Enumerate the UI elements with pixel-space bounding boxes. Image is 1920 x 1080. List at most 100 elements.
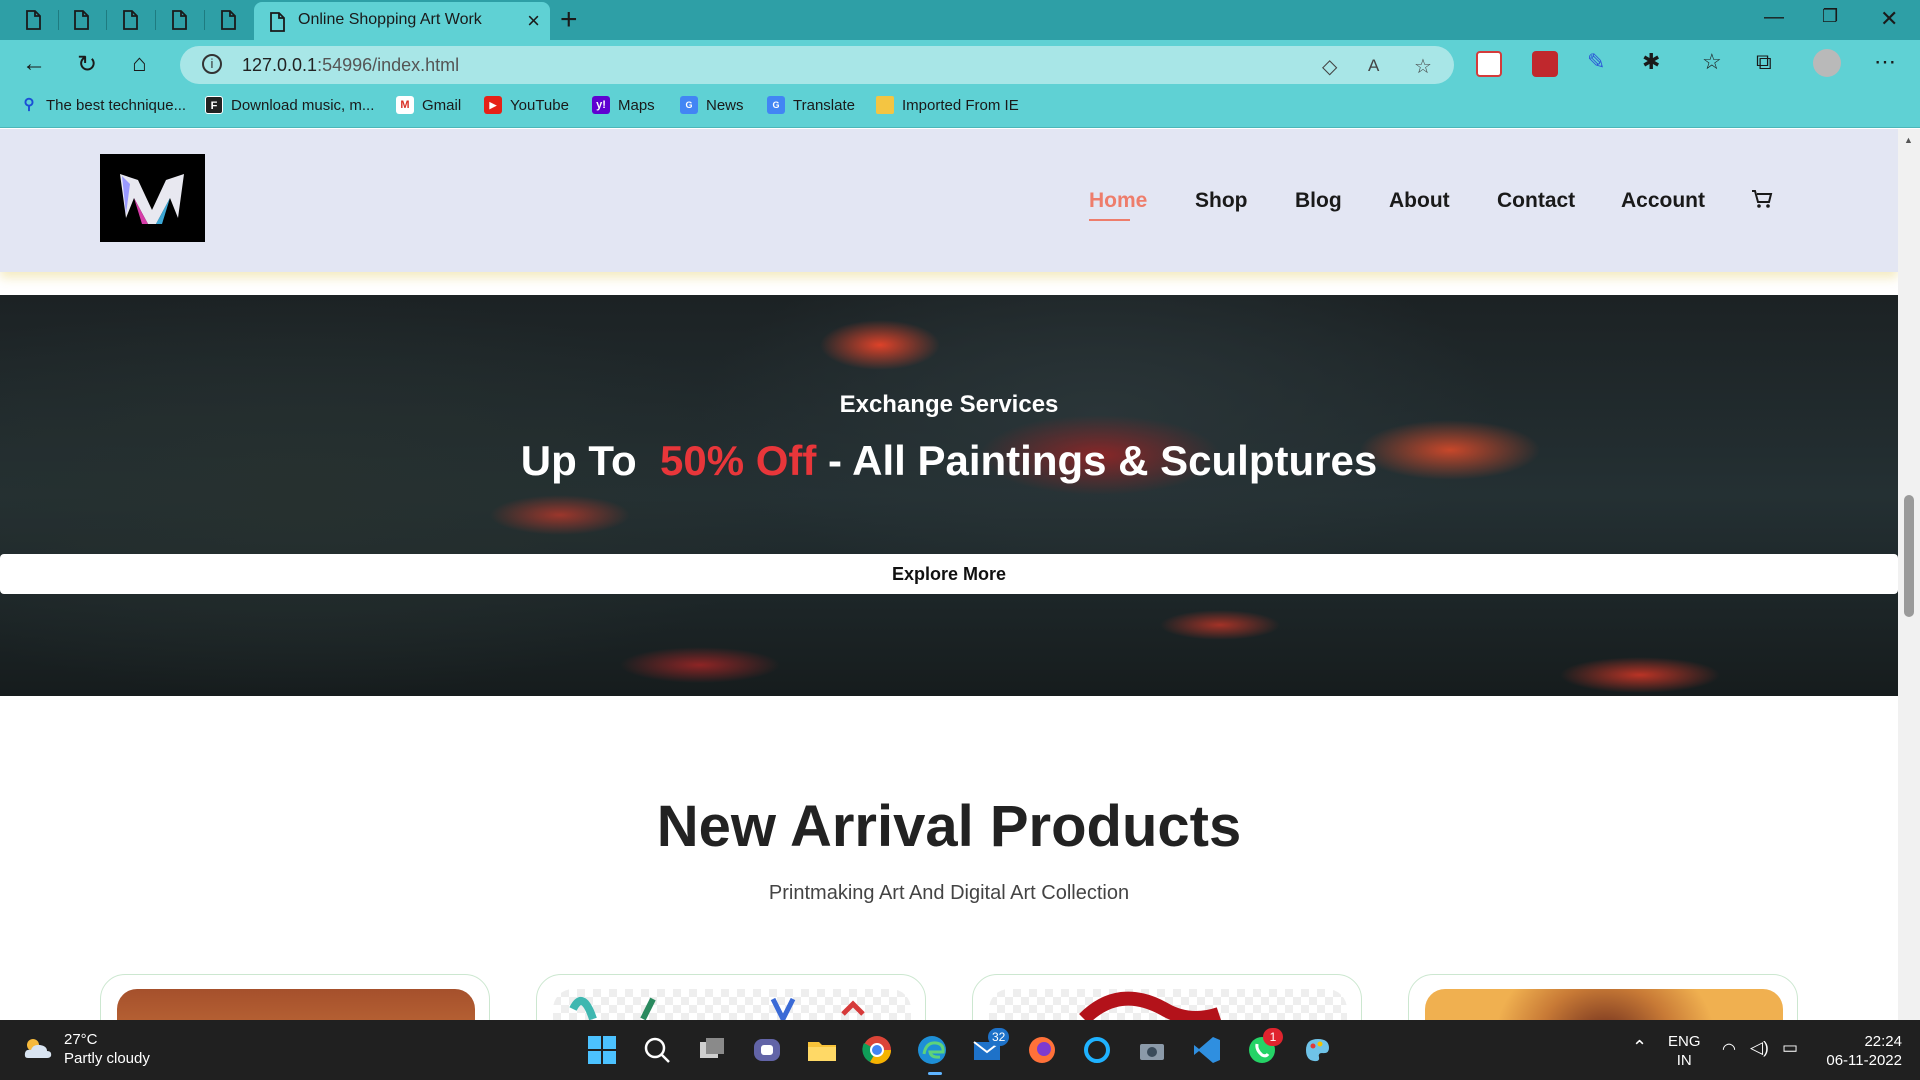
tab-page-icon[interactable]: [70, 8, 92, 32]
bookmark-label: Translate: [793, 96, 855, 114]
bookmark-label: News: [706, 96, 744, 114]
pocket-extension-icon[interactable]: [1476, 51, 1502, 77]
product-card[interactable]: [1408, 974, 1798, 1020]
tab-separator: [58, 10, 59, 30]
battery-icon[interactable]: ▭: [1782, 1038, 1798, 1057]
temperature: 27°C: [64, 1031, 98, 1048]
tab-page-icon[interactable]: [217, 8, 239, 32]
product-card[interactable]: [536, 974, 926, 1020]
start-menu-icon[interactable]: [586, 1034, 618, 1066]
tab-page-icon[interactable]: [168, 8, 190, 32]
address-bar-row: ← ↻ ⌂ i 127.0.0.1:54996/index.html ◇ A ☆…: [0, 40, 1920, 88]
product-image[interactable]: [117, 989, 475, 1020]
yahoo-icon: y!: [592, 96, 610, 114]
window-close-icon[interactable]: ✕: [1880, 6, 1898, 32]
nav-contact[interactable]: Contact: [1497, 189, 1575, 213]
nav-shop[interactable]: Shop: [1195, 189, 1248, 213]
explore-more-button[interactable]: Explore More: [0, 554, 1898, 594]
home-icon[interactable]: ⌂: [132, 50, 147, 78]
language-code: ENG: [1668, 1033, 1701, 1050]
hero-title-prefix: Up To: [520, 437, 637, 484]
read-aloud-icon[interactable]: A: [1368, 56, 1379, 76]
section-title: New Arrival Products: [656, 794, 1242, 859]
nav-blog[interactable]: Blog: [1295, 189, 1342, 213]
product-card[interactable]: [100, 974, 490, 1020]
product-card[interactable]: [972, 974, 1362, 1020]
paint-icon[interactable]: [1301, 1034, 1333, 1066]
new-tab-icon[interactable]: +: [560, 3, 578, 37]
collections-icon[interactable]: ⧉: [1756, 49, 1772, 75]
time: 22:24: [1864, 1033, 1902, 1050]
bookmark-item[interactable]: G News: [680, 96, 744, 114]
bookmark-label: The best technique...: [46, 96, 187, 114]
file-explorer-icon[interactable]: [806, 1034, 838, 1066]
url-text[interactable]: 127.0.0.1:54996/index.html: [242, 55, 459, 76]
site-logo[interactable]: [100, 154, 205, 242]
profile-avatar[interactable]: [1813, 49, 1841, 77]
volume-icon[interactable]: ◁): [1750, 1038, 1769, 1057]
extensions-icon[interactable]: ✱: [1642, 49, 1660, 75]
bookmarks-bar: ⚲ The best technique... F Download music…: [0, 88, 1920, 128]
cart-icon[interactable]: [1750, 187, 1774, 211]
folder-icon: [876, 96, 894, 114]
tab-page-icon[interactable]: [22, 8, 44, 32]
pen-extension-icon[interactable]: ✎: [1587, 49, 1605, 75]
vscode-icon[interactable]: [1191, 1034, 1223, 1066]
minimize-icon[interactable]: —: [1764, 6, 1784, 29]
whatsapp-badge: 1: [1263, 1028, 1283, 1046]
bookmark-item[interactable]: y! Maps: [592, 96, 655, 114]
page-scrollbar[interactable]: ▲: [1898, 129, 1920, 1020]
news-icon: G: [680, 96, 698, 114]
hero-banner: Exchange Services Up To 50% Off - All Pa…: [0, 295, 1898, 696]
tab-page-icon[interactable]: [119, 8, 141, 32]
tab-separator: [204, 10, 205, 30]
nav-account[interactable]: Account: [1621, 189, 1705, 213]
camera-app-icon[interactable]: [1136, 1034, 1168, 1066]
weather-widget[interactable]: 27°C Partly cloudy: [22, 1030, 150, 1068]
bookmark-item[interactable]: ▶ YouTube: [484, 96, 569, 114]
windows-taskbar: 27°C Partly cloudy 32 1 ⌃ ENG IN ◠ ◁) ▭ …: [0, 1020, 1920, 1080]
edge-icon[interactable]: [916, 1034, 948, 1066]
scroll-up-icon[interactable]: ▲: [1904, 135, 1913, 145]
product-image[interactable]: [1425, 989, 1783, 1020]
favorites-icon[interactable]: ☆: [1702, 49, 1722, 75]
chrome-icon[interactable]: [861, 1034, 893, 1066]
restore-icon[interactable]: ❐: [1822, 6, 1838, 27]
bookmark-item[interactable]: ⚲ The best technique...: [20, 96, 187, 114]
product-image[interactable]: [553, 989, 911, 1020]
bookmark-item[interactable]: G Translate: [767, 96, 855, 114]
url-input[interactable]: i 127.0.0.1:54996/index.html ◇ A ☆: [180, 46, 1454, 84]
active-tab-title: Online Shopping Art Work: [298, 11, 482, 28]
product-image[interactable]: [989, 989, 1347, 1020]
mcafee-extension-icon[interactable]: [1532, 51, 1558, 77]
region-code: IN: [1676, 1052, 1692, 1069]
gmail-icon: M: [396, 96, 414, 114]
tag-icon[interactable]: ◇: [1322, 54, 1337, 79]
search-icon[interactable]: [641, 1034, 673, 1066]
task-view-icon[interactable]: [696, 1034, 728, 1066]
close-tab-icon[interactable]: ×: [527, 8, 540, 34]
edge-active-indicator: [928, 1072, 942, 1075]
scrollbar-thumb[interactable]: [1904, 495, 1914, 617]
teams-chat-icon[interactable]: [751, 1034, 783, 1066]
bookmark-item[interactable]: F Download music, m...: [205, 96, 374, 114]
mail-badge: 32: [988, 1028, 1010, 1046]
site-info-icon[interactable]: i: [202, 54, 222, 74]
more-menu-icon[interactable]: ⋯: [1874, 49, 1896, 75]
refresh-icon[interactable]: ↻: [77, 50, 97, 79]
clock[interactable]: 22:24 06-11-2022: [1822, 1032, 1902, 1070]
show-hidden-icons-icon[interactable]: ⌃: [1632, 1038, 1647, 1057]
nav-about[interactable]: About: [1389, 189, 1450, 213]
firefox-icon[interactable]: [1026, 1034, 1058, 1066]
language-indicator[interactable]: ENG IN: [1668, 1032, 1701, 1070]
back-icon[interactable]: ←: [22, 50, 46, 78]
bookmark-item[interactable]: Imported From IE: [876, 96, 1019, 114]
site-header: Home Shop Blog About Contact Account: [0, 129, 1898, 272]
add-favorite-icon[interactable]: ☆: [1414, 54, 1432, 79]
active-tab[interactable]: Online Shopping Art Work ×: [254, 2, 550, 40]
search-icon: ⚲: [23, 96, 35, 113]
cortana-icon[interactable]: [1081, 1034, 1113, 1066]
nav-home[interactable]: Home: [1089, 189, 1147, 221]
bookmark-item[interactable]: M Gmail: [396, 96, 461, 114]
wifi-icon[interactable]: ◠: [1722, 1040, 1736, 1059]
